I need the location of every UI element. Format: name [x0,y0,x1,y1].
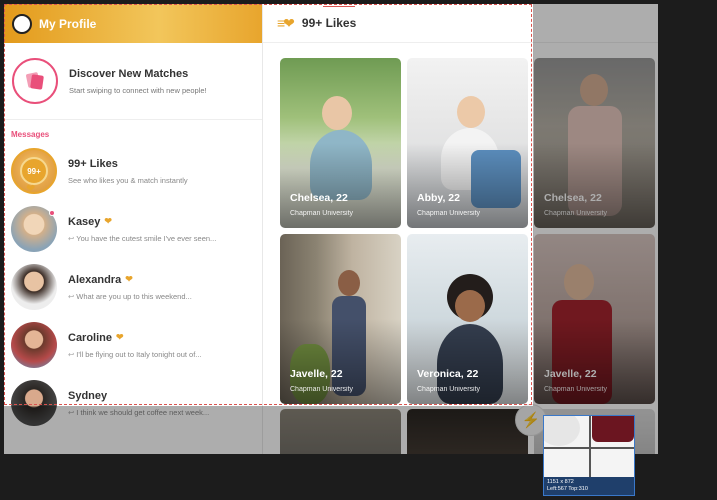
profile-card[interactable]: Abby, 22 Chapman University [407,58,528,228]
card-school: Chapman University [417,386,481,393]
profile-avatar[interactable] [12,13,32,34]
discover-matches-item[interactable]: Discover New Matches Start swiping to co… [4,43,262,120]
crosshair-horizontal [544,447,634,449]
card-school: Chapman University [290,210,354,217]
cursor-position: Left:567 Top:310 [547,486,588,492]
contact-name: Sydney [68,389,108,402]
messages-section-label: Messages [11,130,50,139]
magnifier-view [544,416,634,479]
cards-icon [12,58,58,104]
profile-header[interactable]: My Profile [4,4,262,43]
magnifier-info: 1151 x 872 Left:567 Top:310 [544,477,634,495]
card-school: Chapman University [417,210,481,217]
avatar [11,206,57,252]
super-like-icon: ❤ [125,274,133,284]
message-preview: I'll be flying out to Italy tonight out … [76,349,202,359]
list-item[interactable]: Caroline ❤ ↩ I'll be flying out to Italy t… [4,316,262,374]
photo [338,270,360,296]
page-title: 99+ Likes [301,16,357,30]
list-item[interactable]: Alexandra ❤ ↩ What are you up to this week… [4,258,262,316]
likes-avatar: 99+ ❤ [11,148,57,195]
message-list: 99+ ❤ 99+ Likes See who likes you & matc… [4,142,262,432]
unread-dot [49,210,55,216]
selection-size: 1151 x 872 [547,479,574,485]
contact-name: Caroline [68,331,113,344]
dim-overlay-bottom [4,406,533,454]
card-school: Chapman University [290,386,354,393]
app-window: My Profile Discover New Matches Start sw… [4,4,658,454]
magnifier-loupe: 1151 x 872 Left:567 Top:310 [543,415,635,496]
contact-name: Alexandra [68,273,122,286]
dim-overlay-right [533,4,658,454]
photo [457,96,485,128]
likes-subtitle: See who likes you & match instantly [68,175,188,185]
list-item[interactable]: Kasey ❤ ↩ You have the cutest smile I've e… [4,200,262,258]
card-name: Javelle, 22 [290,368,343,380]
gold-heart-icon: ❤ [26,183,36,195]
contact-name: Kasey [68,215,101,228]
super-like-icon: ❤ [104,216,112,226]
card-name: Abby, 22 [417,192,460,204]
sidebar: My Profile Discover New Matches Start sw… [4,4,263,454]
profile-card[interactable]: Chelsea, 22 Chapman University [280,58,401,228]
photo [322,96,352,130]
card-name: Veronica, 22 [417,368,479,380]
message-preview: What are you up to this weekend... [76,291,192,301]
likes-item[interactable]: 99+ ❤ 99+ Likes See who likes you & matc… [4,142,262,200]
fast-heart-icon: ≡❤ [277,14,295,31]
avatar [11,322,57,368]
avatar [11,264,57,310]
message-preview: You have the cutest smile I've ever seen… [76,233,217,243]
likes-count-badge: 99+ [20,157,48,185]
reply-icon: ↩ [68,349,75,359]
profile-card[interactable]: Javelle, 22 Chapman University [280,234,401,404]
discover-title: Discover New Matches [69,67,189,80]
super-like-icon: ❤ [116,332,124,342]
reply-icon: ↩ [68,233,75,243]
discover-subtitle: Start swiping to connect with new people… [69,85,207,95]
reply-icon: ↩ [68,291,75,301]
profile-title: My Profile [39,16,97,31]
likes-title: 99+ Likes [68,157,118,170]
profile-card[interactable]: Veronica, 22 Chapman University [407,234,528,404]
card-name: Chelsea, 22 [290,192,348,204]
